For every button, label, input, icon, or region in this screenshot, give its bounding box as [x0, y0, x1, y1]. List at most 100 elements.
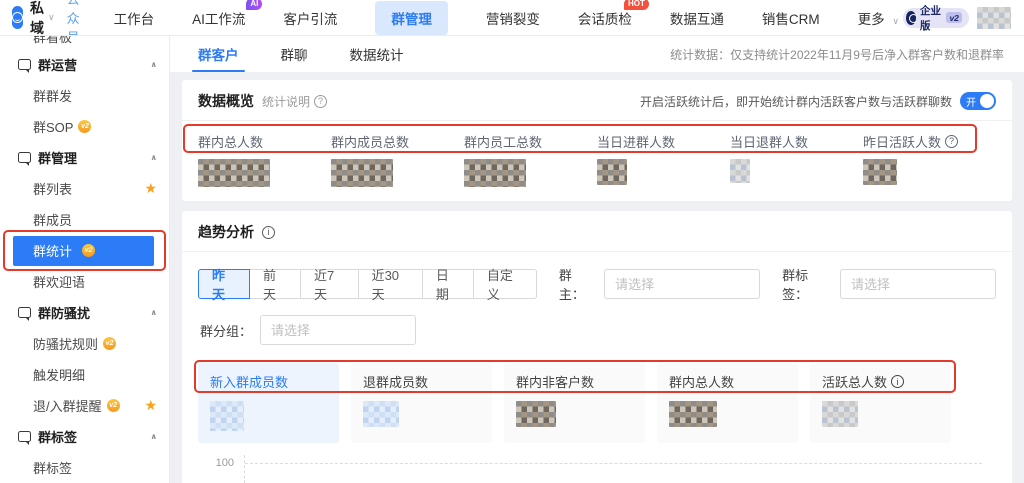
trend-chart: 100 80 60 — [182, 455, 996, 483]
nav-marketing-fission[interactable]: 营销裂变 — [486, 8, 540, 28]
group-grouping-label: 群分组： — [200, 323, 253, 339]
nav-ai-workflow[interactable]: AI工作流 AI — [192, 0, 263, 28]
metric-card-total-people[interactable]: 群内总人数 — [657, 363, 798, 443]
chevron-up-icon: ∧ — [150, 153, 158, 162]
date-button-date[interactable]: 日期 — [422, 268, 474, 302]
overview-subtitle[interactable]: 统计说明 ? — [262, 93, 328, 110]
overview-stats-row: 群内总人数 群内成员总数 群内员工总数 当日进群人数 当日退群人数 昨日活跃人数… — [182, 121, 1012, 201]
stat-total-people: 群内总人数 — [198, 129, 331, 187]
metric-card-non-customers[interactable]: 群内非客户数 — [504, 363, 645, 443]
stat-today-joined: 当日进群人数 — [597, 129, 730, 187]
ai-badge: AI — [246, 0, 263, 10]
star-icon[interactable]: ★ — [144, 180, 157, 197]
chevron-up-icon: ∧ — [150, 432, 158, 441]
sidebar-section-group-management[interactable]: 群管理 ∧ — [0, 142, 169, 173]
v2-medal-icon: v2 — [82, 244, 96, 257]
sidebar-item-group-welcome[interactable]: 群欢迎语 — [0, 266, 169, 297]
chevron-up-icon: ∧ — [150, 60, 158, 69]
question-circle-icon[interactable]: ? — [314, 94, 328, 108]
question-circle-icon[interactable]: ? — [945, 134, 959, 148]
metric-card-new-members[interactable]: 新入群成员数 — [198, 363, 339, 443]
y-axis-tick: 100 — [215, 457, 234, 469]
v2-medal-icon: v2 — [78, 120, 92, 133]
star-icon[interactable]: ★ — [144, 397, 157, 414]
tab-group-chats[interactable]: 群聊 — [281, 36, 308, 72]
date-button-day-before[interactable]: 前天 — [249, 268, 301, 302]
censored-value — [464, 159, 526, 187]
nav-sales-crm[interactable]: 销售CRM — [762, 8, 820, 28]
metric-card-active-total[interactable]: 活跃总人数 i — [810, 363, 951, 443]
trend-filter-row-2: 群分组： — [182, 303, 1012, 345]
censored-value — [516, 401, 556, 427]
chat-bubble-icon — [18, 152, 31, 166]
censored-value — [597, 159, 627, 185]
plan-version-badge: v2 — [946, 12, 962, 23]
sidebar-item-partial[interactable]: 群看板 — [0, 36, 169, 49]
sidebar-item-group-sop[interactable]: 群SOP v2 — [0, 111, 169, 142]
group-owner-label: 群主： — [558, 268, 585, 302]
stat-total-members: 群内成员总数 — [331, 129, 464, 187]
nav-workbench[interactable]: 工作台 — [114, 8, 155, 28]
censored-value — [363, 401, 399, 427]
chat-bubble-icon — [18, 59, 31, 73]
stat-yesterday-active: 昨日活跃人数 ? — [863, 129, 996, 187]
date-button-7days[interactable]: 近7天 — [300, 268, 359, 302]
sidebar-item-join-leave-reminder[interactable]: 退/入群提醒 v2 ★ — [0, 390, 169, 421]
censored-value — [822, 401, 858, 427]
sidebar-item-group-statistics[interactable]: 群统计 v2 — [0, 230, 169, 271]
chevron-down-icon: ∨ — [892, 15, 899, 26]
v2-medal-icon: v2 — [106, 399, 120, 412]
trend-analysis-card: 趋势分析 i 昨天 前天 近7天 近30天 日期 自定义 群主： 请选择 群标签… — [182, 211, 1012, 483]
active-stats-toggle-text: 开启活跃统计后，即开始统计群内活跃客户数与活跃群聊数 — [639, 94, 952, 109]
sidebar-item-group-list[interactable]: 群列表 ★ — [0, 173, 169, 204]
data-overview-card: 数据概览 统计说明 ? 开启活跃统计后，即开始统计群内活跃客户数与活跃群聊数 开 — [182, 80, 1012, 201]
plan-crown-icon — [905, 10, 919, 25]
sidebar-item-group-members[interactable]: 群成员 — [0, 204, 169, 235]
censored-value — [730, 159, 750, 183]
tab-group-customers[interactable]: 群客户 — [192, 36, 244, 72]
topbar-right: 企业版 v2 ∨ — [902, 5, 1024, 32]
app-window: 芝麻私域助手 ∨ 公众号 工作台 AI工作流 AI 客户引流 群管理 营销裂变 … — [0, 0, 1024, 483]
censored-value — [210, 401, 244, 431]
v2-medal-icon: v2 — [103, 337, 117, 350]
hot-badge: HOT — [623, 0, 649, 10]
chevron-up-icon: ∧ — [150, 308, 158, 317]
group-tag-label: 群标签： — [782, 268, 809, 302]
sidebar-item-group-mass-send[interactable]: 群群发 — [0, 80, 169, 111]
plan-badge[interactable]: 企业版 v2 — [902, 5, 969, 32]
sidebar-section-group-operation[interactable]: 群运营 ∧ — [0, 49, 169, 80]
user-avatar[interactable] — [976, 6, 1011, 29]
sidebar-item-group-tag[interactable]: 群标签 — [0, 452, 169, 483]
censored-value — [669, 401, 717, 427]
group-owner-select[interactable] — [604, 269, 761, 299]
tab-data-statistics[interactable]: 数据统计 — [350, 36, 404, 72]
metric-card-left-members[interactable]: 退群成员数 — [351, 363, 492, 443]
censored-value — [198, 159, 270, 187]
sidebar-section-group-tags[interactable]: 群标签 ∧ — [0, 421, 169, 452]
group-grouping-select[interactable] — [260, 315, 417, 345]
nav-session-qc[interactable]: 会话质检 HOT — [578, 0, 649, 28]
date-button-yesterday[interactable]: 昨天 — [198, 268, 250, 302]
overview-title: 数据概览 — [198, 93, 254, 109]
group-tag-select[interactable] — [839, 269, 996, 299]
info-circle-icon[interactable]: i — [262, 225, 275, 239]
trend-filter-row: 昨天 前天 近7天 近30天 日期 自定义 群主： 群标签： — [182, 252, 1012, 303]
sidebar-item-trigger-details[interactable]: 触发明细 — [0, 359, 169, 390]
active-stats-toggle[interactable]: 开 — [960, 92, 996, 110]
main-area: 群客户 群聊 数据统计 统计数据：仅支持统计2022年11月9号后净入群客户数和… — [170, 36, 1024, 483]
date-button-30days[interactable]: 近30天 — [358, 268, 423, 302]
nav-more[interactable]: 更多 ∨ — [858, 8, 903, 28]
date-button-custom[interactable]: 自定义 — [473, 268, 537, 302]
sidebar-item-anti-spam-rules[interactable]: 防骚扰规则 v2 — [0, 328, 169, 359]
info-circle-icon[interactable]: i — [891, 375, 905, 388]
toggle-knob — [980, 94, 994, 108]
nav-data-interop[interactable]: 数据互通 — [670, 8, 724, 28]
chevron-down-icon[interactable]: ∨ — [48, 12, 55, 23]
sidebar: 群看板 群运营 ∧ 群群发 群SOP v2 群管理 ∧ 群列表 ★ 群成员 群统… — [0, 36, 170, 483]
sidebar-section-anti-spam[interactable]: 群防骚扰 ∧ — [0, 297, 169, 328]
nav-group-management[interactable]: 群管理 — [375, 0, 448, 35]
content-area: 数据概览 统计说明 ? 开启活跃统计后，即开始统计群内活跃客户数与活跃群聊数 开 — [170, 72, 1024, 483]
date-range-button-group: 昨天 前天 近7天 近30天 日期 自定义 — [198, 268, 537, 302]
stat-today-left: 当日退群人数 — [730, 129, 863, 187]
nav-customer-acquisition[interactable]: 客户引流 — [283, 8, 337, 28]
